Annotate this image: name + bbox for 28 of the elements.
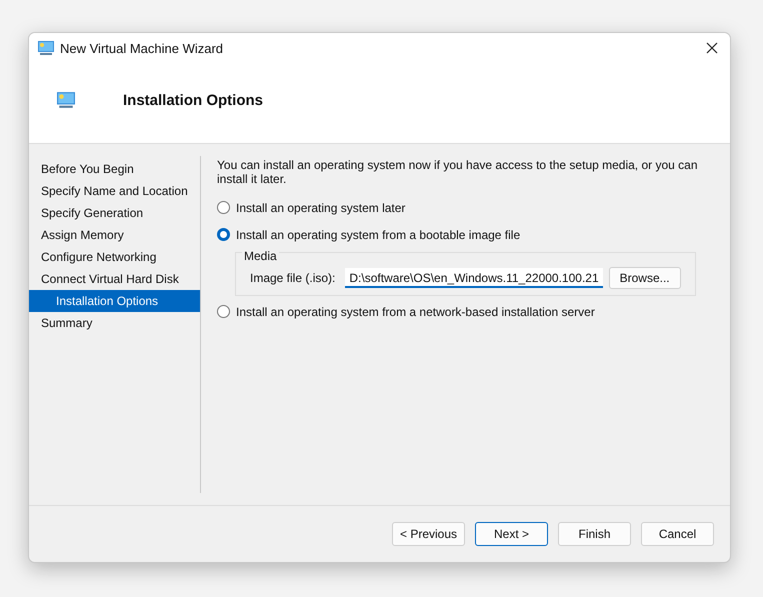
wizard-button[interactable]: Cancel (641, 522, 714, 546)
option-label[interactable]: Install an operating system from a bootable image file (236, 228, 520, 242)
option-label[interactable]: Install an operating system from a network-based installation server (236, 304, 595, 318)
wizard-button[interactable]: Finish (558, 522, 631, 546)
option-label[interactable]: Install an operating system later (236, 200, 406, 214)
wizard-step[interactable]: Installation Options (29, 290, 200, 312)
field-label: Image file (.iso): (250, 271, 336, 285)
wizard-step[interactable]: Specify Generation (29, 202, 200, 224)
radio-button[interactable] (217, 201, 230, 214)
window-title: New Virtual Machine Wizard (60, 40, 224, 56)
wizard-step[interactable]: Before You Begin (29, 158, 200, 180)
wizard-step[interactable]: Configure Networking (29, 246, 200, 268)
browse-button[interactable]: Browse... (608, 267, 681, 289)
wizard-button[interactable]: Next > (475, 522, 548, 546)
page-heading: Installation Options (123, 92, 264, 108)
wizard-step[interactable]: Specify Name and Location (29, 180, 200, 202)
intro-text: You can install an operating system now if you have access to the setup media, or you can install it later. (217, 158, 699, 186)
wizard-step[interactable]: Connect Virtual Hard Disk (29, 268, 200, 290)
wizard-button[interactable]: < Previous (392, 522, 465, 546)
image-path-field[interactable]: D:\software\OS\en_Windows.11_22000.100.21 (345, 268, 603, 288)
monitor-icon (57, 92, 75, 108)
wizard-step[interactable]: Assign Memory (29, 224, 200, 246)
wizard-step[interactable]: Summary (29, 312, 200, 334)
group-title: Media (242, 249, 279, 263)
monitor-icon (38, 41, 54, 55)
close-icon[interactable] (706, 42, 718, 54)
radio-button[interactable] (217, 228, 230, 241)
radio-button[interactable] (217, 305, 230, 318)
